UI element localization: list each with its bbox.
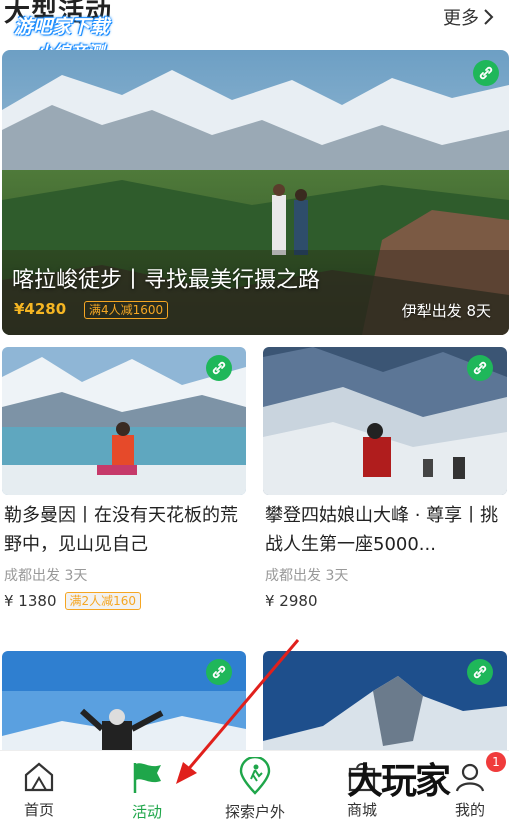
tab-explore[interactable]: 探索户外 — [205, 751, 305, 819]
flag-icon — [133, 763, 161, 793]
card-promo-badge: 满2人减160 — [64, 592, 142, 610]
link-icon — [206, 355, 232, 381]
card-image — [2, 347, 246, 495]
tab-label: 首页 — [23, 801, 54, 819]
more-link[interactable]: 更多 — [443, 4, 495, 30]
explore-pin-icon — [239, 757, 271, 795]
profile-icon — [455, 763, 485, 792]
activity-card[interactable]: 勒多曼因丨在没有天花板的荒野中，见山见自己 成都出发 3天 ¥ 1380 满2人… — [2, 347, 246, 610]
tab-label: 探索户外 — [224, 803, 285, 819]
hero-title: 喀拉峻徒步丨寻找最美行摄之路 — [12, 268, 321, 293]
hero-promo-badge: 满4人减1600 — [84, 301, 169, 319]
link-icon — [206, 659, 232, 685]
tab-label: 我的 — [454, 801, 485, 819]
card-departure-meta: 成都出发 3天 — [4, 568, 88, 584]
card-title: 攀登四姑娘山大峰 · 尊享丨挑战人生第一座5000... — [265, 505, 499, 555]
home-icon — [24, 762, 54, 792]
link-icon — [473, 60, 499, 86]
watermark-logo-text: 大玩家 — [347, 760, 451, 802]
notification-badge: 1 — [486, 752, 506, 772]
link-icon — [467, 659, 493, 685]
card-price: ¥ 2980 — [265, 592, 318, 610]
activity-card[interactable]: 攀登四姑娘山大峰 · 尊享丨挑战人生第一座5000... 成都出发 3天 ¥ 2… — [263, 347, 507, 610]
hero-price: ¥4280 — [14, 300, 67, 318]
card-price-row: ¥ 2980 — [263, 592, 507, 610]
featured-activity-card[interactable]: 喀拉峻徒步丨寻找最美行摄之路 ¥4280 满4人减1600 伊犁出发 8天 — [2, 50, 509, 335]
tab-home[interactable]: 首页 — [0, 751, 89, 819]
section-header: 大型活动 游吧家下载 小编亲测 更多 — [0, 0, 509, 63]
card-departure-meta: 成都出发 3天 — [265, 568, 349, 584]
card-image — [263, 347, 507, 495]
card-title: 勒多曼因丨在没有天花板的荒野中，见山见自己 — [4, 505, 238, 555]
link-icon — [467, 355, 493, 381]
card-price-row: ¥ 1380 满2人减160 — [2, 592, 246, 610]
chevron-right-icon — [484, 9, 494, 25]
watermark-text-1: 游吧家下载 — [14, 16, 110, 38]
card-price: ¥ 1380 — [4, 592, 57, 610]
hero-departure-meta: 伊犁出发 8天 — [401, 302, 491, 320]
tab-label: 活动 — [131, 803, 162, 819]
tab-activity[interactable]: 活动 — [97, 751, 197, 819]
more-label: 更多 — [443, 8, 479, 29]
